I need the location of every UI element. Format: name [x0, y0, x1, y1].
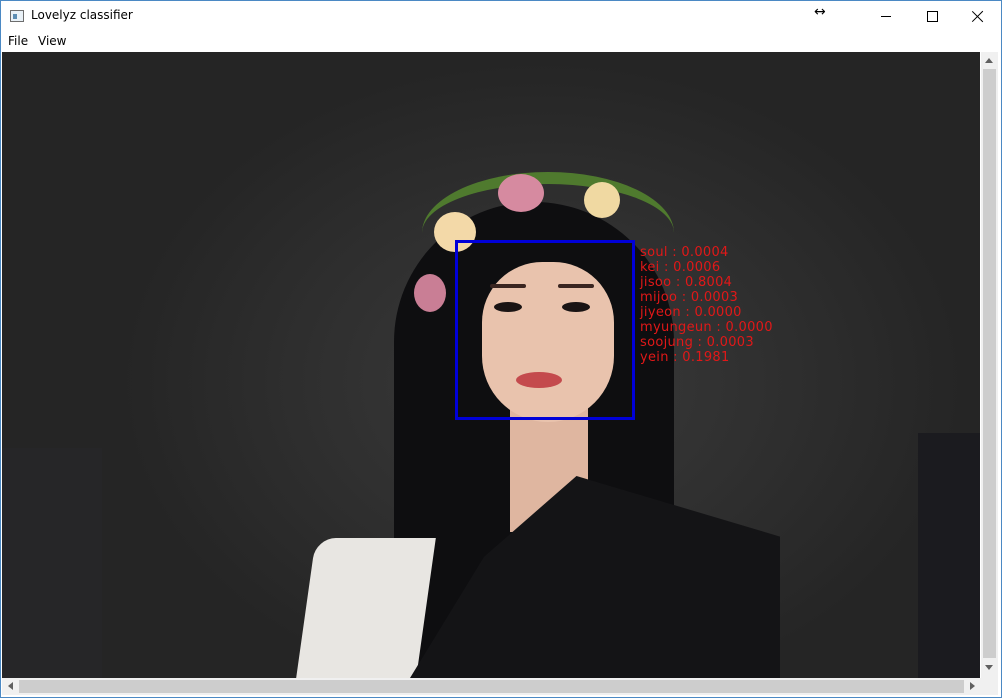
flower-crown-flower — [414, 274, 446, 312]
prediction-line: jisoo : 0.8004 — [640, 275, 733, 290]
horizontal-scrollbar[interactable] — [2, 678, 981, 695]
prediction-line: yein : 0.1981 — [640, 350, 730, 365]
scroll-right-arrow-icon[interactable] — [970, 682, 975, 690]
prediction-line: mijoo : 0.0003 — [640, 290, 739, 305]
prediction-line: soojung : 0.0003 — [640, 335, 754, 350]
prediction-line: jiyeon : 0.0000 — [640, 305, 742, 320]
image-viewport[interactable]: soul : 0.0004 kei : 0.0006 jisoo : 0.800… — [2, 52, 980, 678]
minimize-button[interactable] — [863, 1, 909, 31]
prediction-line: myungeun : 0.0000 — [640, 320, 773, 335]
resize-cursor-icon: ↔ — [814, 4, 826, 20]
photo-subject-shirt — [296, 538, 436, 678]
app-window-icon — [10, 10, 24, 22]
vertical-scroll-thumb[interactable] — [983, 69, 996, 658]
close-icon — [972, 10, 984, 22]
menu-view[interactable]: View — [38, 34, 66, 48]
maximize-icon — [926, 10, 938, 22]
maximize-button[interactable] — [909, 1, 955, 31]
flower-crown-flower — [584, 182, 620, 218]
minimize-icon — [881, 15, 891, 17]
photo-background-object — [2, 448, 102, 678]
menu-file[interactable]: File — [8, 34, 28, 48]
window-title: Lovelyz classifier — [31, 8, 133, 22]
scroll-left-arrow-icon[interactable] — [8, 682, 13, 690]
scroll-up-arrow-icon[interactable] — [985, 58, 993, 63]
prediction-list: soul : 0.0004 kei : 0.0006 jisoo : 0.800… — [640, 245, 773, 365]
scroll-down-arrow-icon[interactable] — [985, 665, 993, 670]
flower-crown-flower — [498, 174, 544, 212]
menu-bar: File View — [1, 31, 1001, 51]
photo-background-panel — [918, 433, 980, 678]
title-bar[interactable]: Lovelyz classifier ↔ — [1, 1, 1001, 31]
vertical-scrollbar[interactable] — [981, 52, 998, 678]
horizontal-scroll-thumb[interactable] — [19, 680, 964, 693]
scrollbar-corner — [981, 678, 998, 695]
close-button[interactable] — [955, 1, 1001, 31]
prediction-line: kei : 0.0006 — [640, 260, 721, 275]
prediction-line: soul : 0.0004 — [640, 245, 729, 260]
face-detection-box — [455, 240, 635, 420]
